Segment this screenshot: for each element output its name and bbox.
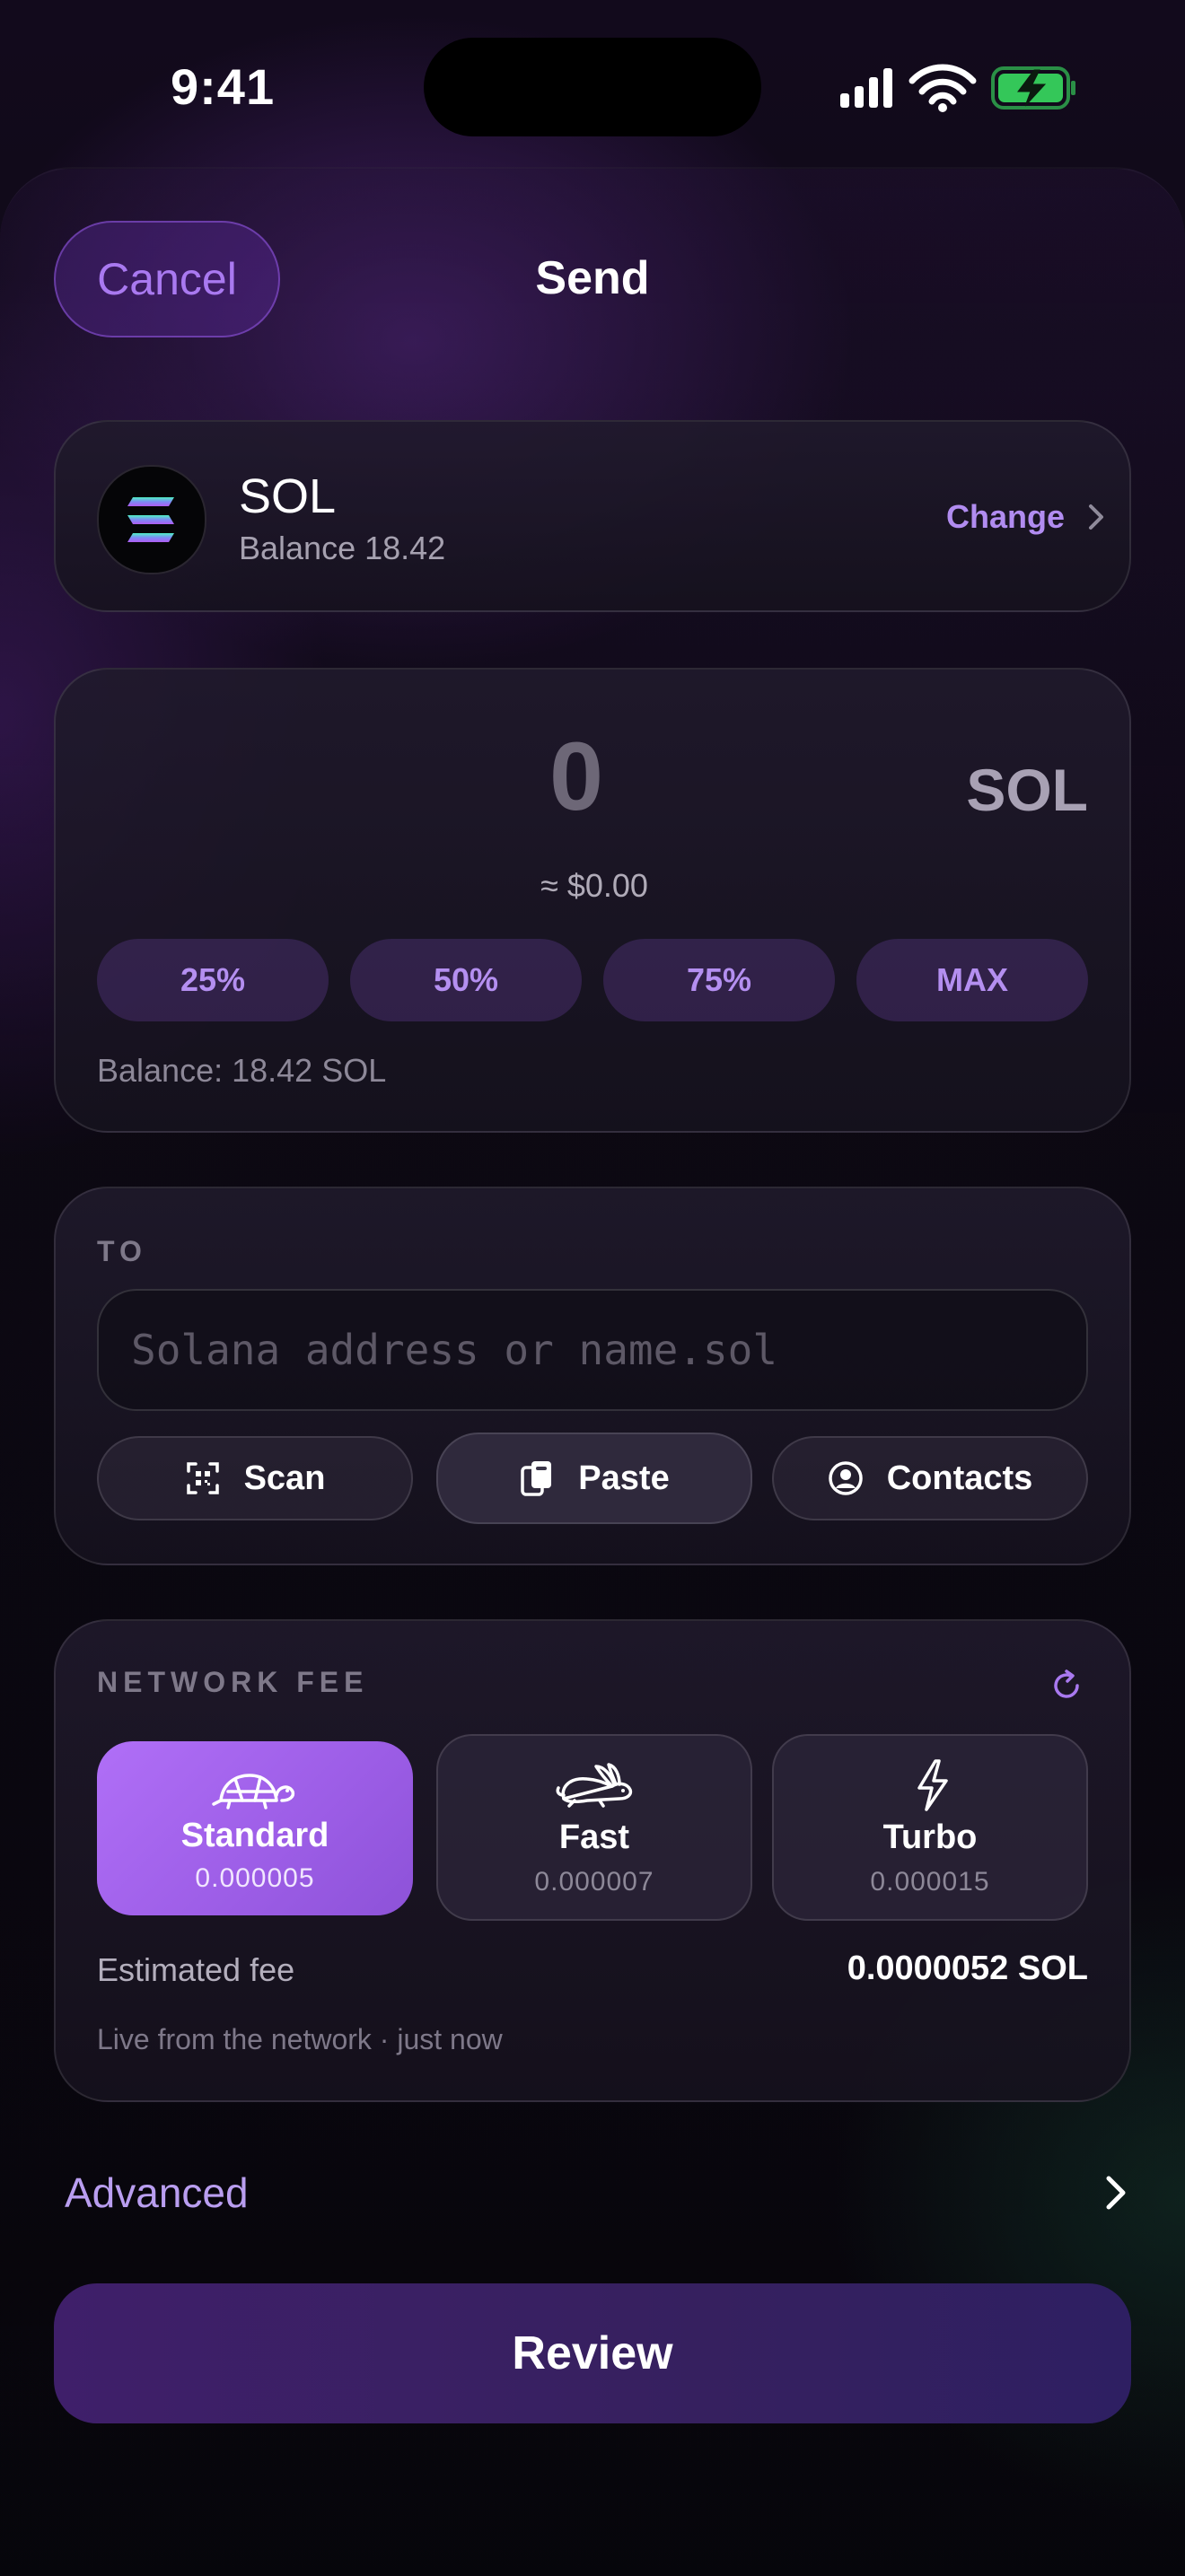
fee-option-turbo[interactable]: Turbo 0.000015 <box>772 1734 1088 1921</box>
change-token-label: Change <box>945 498 1065 535</box>
network-fee-label: NETWORK FEE <box>97 1666 369 1698</box>
refresh-icon[interactable] <box>1049 1668 1084 1704</box>
token-selector-card[interactable]: SOL Balance 18.42 Change <box>54 420 1131 612</box>
contact-person-icon <box>828 1461 863 1495</box>
contacts-label: Contacts <box>886 1459 1033 1497</box>
status-time: 9:41 <box>171 58 276 115</box>
cancel-button[interactable]: Cancel <box>54 221 280 337</box>
fee-live-note: Live from the network · just now <box>97 2023 503 2055</box>
token-balance: Balance 18.42 <box>239 530 446 566</box>
fee-option-standard[interactable]: Standard 0.000005 <box>97 1741 413 1915</box>
dynamic-island <box>424 38 761 136</box>
estimated-fee-label: Estimated fee <box>97 1951 295 1988</box>
fee-name: Fast <box>558 1818 630 1856</box>
recipient-card: TO Scan Paste Contacts <box>54 1187 1131 1565</box>
fee-price: 0.000015 <box>870 1867 990 1897</box>
chevron-right-icon <box>1106 2176 1126 2210</box>
advanced-label: Advanced <box>65 2169 249 2216</box>
chevron-right-icon <box>1089 504 1103 530</box>
review-button[interactable]: Review <box>54 2283 1131 2423</box>
status-icons <box>835 61 1077 115</box>
scan-label: Scan <box>243 1459 326 1497</box>
amount-fiat-value: ≈ $0.00 <box>540 867 648 904</box>
amount-card: 0 SOL ≈ $0.00 25% 50% 75% MAX Balance: 1… <box>54 668 1131 1133</box>
paste-button[interactable]: Paste <box>436 1433 752 1524</box>
qr-scan-icon <box>186 1462 219 1494</box>
estimated-fee-value: 0.0000052 SOL <box>847 1950 1088 1987</box>
scan-button[interactable]: Scan <box>97 1436 413 1520</box>
amount-input[interactable]: 0 <box>397 720 756 832</box>
status-icons-svg <box>840 64 1075 112</box>
change-token-button[interactable]: Change <box>900 472 1106 562</box>
fee-price: 0.000007 <box>534 1867 654 1897</box>
battery-charging-icon <box>991 66 1075 110</box>
wifi-icon <box>908 64 977 105</box>
amount-unit: SOL <box>966 757 1088 823</box>
preset-25-button[interactable]: 25% <box>97 939 329 1021</box>
paste-label: Paste <box>578 1459 670 1497</box>
amount-balance: Balance: 18.42 SOL <box>97 1052 387 1089</box>
token-symbol: SOL <box>239 469 337 523</box>
turtle-icon <box>212 1774 295 1809</box>
cellular-signal-icon <box>840 68 892 108</box>
network-fee-card: NETWORK FEE Standard 0.000005 Fast 0.000… <box>54 1619 1131 2102</box>
fee-name: Standard <box>180 1817 329 1854</box>
fee-option-fast[interactable]: Fast 0.000007 <box>436 1734 752 1921</box>
lightning-icon <box>917 1759 948 1811</box>
solana-logo-icon <box>97 465 206 574</box>
contacts-button[interactable]: Contacts <box>772 1436 1088 1520</box>
page-title: Send <box>535 252 650 304</box>
clipboard-icon <box>521 1461 552 1496</box>
fee-name: Turbo <box>882 1818 978 1856</box>
fee-price: 0.000005 <box>195 1863 315 1893</box>
preset-50-button[interactable]: 50% <box>350 939 582 1021</box>
advanced-row[interactable]: Advanced <box>54 2143 1131 2242</box>
rabbit-icon <box>556 1763 633 1808</box>
to-section-label: TO <box>97 1235 147 1267</box>
solana-logo-svg <box>127 497 174 542</box>
preset-75-button[interactable]: 75% <box>603 939 835 1021</box>
recipient-address-input[interactable] <box>97 1289 1088 1411</box>
preset-max-button[interactable]: MAX <box>856 939 1088 1021</box>
